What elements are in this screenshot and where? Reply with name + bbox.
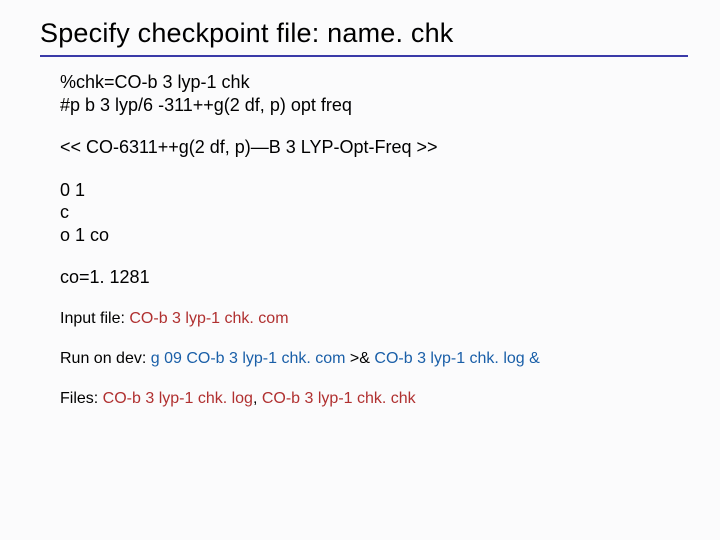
- slide-body: %chk=CO-b 3 lyp-1 chk #p b 3 lyp/6 -311+…: [40, 71, 688, 409]
- slide: Specify checkpoint file: name. chk %chk=…: [0, 0, 720, 540]
- slide-title: Specify checkpoint file: name. chk: [40, 18, 688, 49]
- files-line: Files: CO-b 3 lyp-1 chk. log, CO-b 3 lyp…: [60, 389, 688, 409]
- chk-directive: %chk=CO-b 3 lyp-1 chk: [60, 71, 688, 94]
- input-file-label: Input file:: [60, 310, 129, 327]
- gaussian-input-header: %chk=CO-b 3 lyp-1 chk #p b 3 lyp/6 -311+…: [60, 71, 688, 116]
- variable-co: co=1. 1281: [60, 266, 688, 289]
- title-underline: [40, 55, 688, 57]
- atom-line-1: c: [60, 201, 688, 224]
- file-chk: CO-b 3 lyp-1 chk. chk: [262, 390, 416, 407]
- atom-line-2: o 1 co: [60, 224, 688, 247]
- file-log: CO-b 3 lyp-1 chk. log: [103, 390, 253, 407]
- input-file-line: Input file: CO-b 3 lyp-1 chk. com: [60, 309, 688, 329]
- route-section: #p b 3 lyp/6 -311++g(2 df, p) opt freq: [60, 94, 688, 117]
- run-command-a: g 09 CO-b 3 lyp-1 chk. com: [151, 350, 350, 367]
- run-command-b: CO-b 3 lyp-1 chk. log &: [374, 350, 539, 367]
- charge-multiplicity: 0 1: [60, 179, 688, 202]
- molecule-spec: 0 1 c o 1 co: [60, 179, 688, 247]
- files-label: Files:: [60, 390, 103, 407]
- run-label: Run on dev:: [60, 350, 151, 367]
- run-redirect: >&: [350, 350, 374, 367]
- variables: co=1. 1281: [60, 266, 688, 289]
- input-file-name: CO-b 3 lyp-1 chk. com: [129, 310, 288, 327]
- files-separator: ,: [253, 390, 262, 407]
- title-card: << CO-6311++g(2 df, p)—B 3 LYP-Opt-Freq …: [60, 136, 688, 159]
- run-line: Run on dev: g 09 CO-b 3 lyp-1 chk. com >…: [60, 349, 688, 369]
